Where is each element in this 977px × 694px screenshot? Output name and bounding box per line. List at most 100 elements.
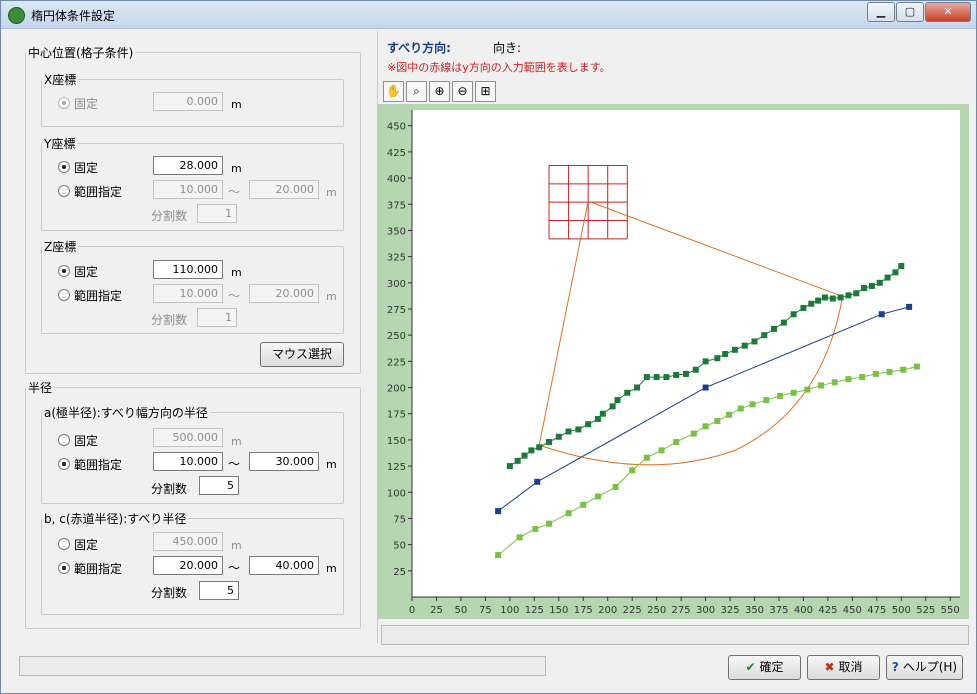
data-point xyxy=(536,444,543,451)
data-point xyxy=(580,501,587,508)
z-div-label: 分割数 xyxy=(151,313,188,327)
y-tick-label: 375 xyxy=(387,200,406,211)
zoom-out-icon[interactable]: ⊖ xyxy=(452,81,473,102)
y-range-radio[interactable] xyxy=(58,185,70,197)
y-tilde: ～ xyxy=(228,185,241,199)
a-div-label: 分割数 xyxy=(151,482,188,496)
y-div-input[interactable]: 1 xyxy=(197,204,237,223)
y-tick-label: 200 xyxy=(387,384,406,395)
zoom-in-icon[interactable]: ⊕ xyxy=(429,81,450,102)
bc-range-from-input[interactable]: 20.000 xyxy=(153,556,223,575)
a-fixed-radio[interactable] xyxy=(58,434,70,446)
y-tick-label: 425 xyxy=(387,148,406,159)
data-point xyxy=(629,467,636,474)
hand-icon[interactable]: ✋ xyxy=(383,81,404,102)
data-point xyxy=(906,303,913,310)
data-point xyxy=(829,295,836,302)
bc-tilde: ～ xyxy=(228,561,241,575)
bc-range-to-input[interactable]: 40.000 xyxy=(249,556,319,575)
data-point xyxy=(658,447,665,454)
data-point xyxy=(892,269,899,276)
y-range-label: 範囲指定 xyxy=(74,185,123,199)
bc-range-radio[interactable] xyxy=(58,562,70,574)
data-point xyxy=(763,397,770,404)
question-icon: ? xyxy=(891,660,899,674)
data-point xyxy=(731,346,738,353)
help-button[interactable]: ? ヘルプ(H) xyxy=(886,655,963,680)
x-fixed-input[interactable]: 0.000 xyxy=(153,92,223,111)
x-legend: X座標 xyxy=(44,73,77,87)
zoom-window-icon[interactable]: ⌕ xyxy=(406,81,427,102)
data-point xyxy=(749,401,756,408)
data-point xyxy=(521,452,528,459)
x-tick-label: 225 xyxy=(623,605,642,616)
data-point xyxy=(546,520,552,527)
y-fixed-radio[interactable] xyxy=(58,161,70,173)
a-fixed-input[interactable]: 500.000 xyxy=(153,428,223,447)
x-fixed-radio[interactable] xyxy=(58,97,70,109)
x-tick-label: 425 xyxy=(818,605,837,616)
x-tick-label: 200 xyxy=(598,605,617,616)
cancel-button[interactable]: ✖ 取消 xyxy=(807,655,880,680)
x-tick-label: 250 xyxy=(647,605,666,616)
radius-legend: 半径 xyxy=(28,381,53,395)
data-point xyxy=(818,382,825,389)
x-fixed-label: 固定 xyxy=(74,97,99,111)
fit-icon[interactable]: ⊞ xyxy=(475,81,496,102)
z-div-input[interactable]: 1 xyxy=(197,308,237,327)
plot-area xyxy=(412,110,960,597)
section-chart[interactable]: 2550751001251501752002252502753003253503… xyxy=(378,104,969,619)
data-point xyxy=(751,338,758,345)
z-range-radio[interactable] xyxy=(58,289,70,301)
z-range-from-input[interactable]: 10.000 xyxy=(153,284,223,303)
x-tick-label: 350 xyxy=(745,605,764,616)
data-point xyxy=(690,430,697,437)
y-tick-label: 100 xyxy=(387,488,406,499)
y-tick-label: 350 xyxy=(387,226,406,237)
bc-div-input[interactable]: 5 xyxy=(199,581,239,600)
z-unit: m xyxy=(231,266,242,279)
y-fixed-input[interactable]: 28.000 xyxy=(153,156,223,175)
a-fixed-label: 固定 xyxy=(74,434,99,448)
check-icon: ✔ xyxy=(745,660,756,674)
data-point xyxy=(702,423,709,430)
data-point xyxy=(506,463,513,470)
y-legend: Y座標 xyxy=(44,137,76,151)
z-range-to-input[interactable]: 20.000 xyxy=(249,284,319,303)
bc-fixed-radio[interactable] xyxy=(58,538,70,550)
y-range-to-input[interactable]: 20.000 xyxy=(249,180,319,199)
mouse-select-button[interactable]: マウス選択 xyxy=(260,342,344,367)
x-tick-label: 550 xyxy=(941,605,960,616)
y-div-label: 分割数 xyxy=(151,209,188,223)
bc-fixed-input[interactable]: 450.000 xyxy=(153,532,223,551)
minimize-button[interactable]: ▁ xyxy=(867,2,895,22)
x-tick-label: 50 xyxy=(455,605,468,616)
a-div-input[interactable]: 5 xyxy=(199,476,239,495)
z-fixed-input[interactable]: 110.000 xyxy=(153,260,223,279)
z-fixed-label: 固定 xyxy=(74,265,99,279)
ok-button[interactable]: ✔ 確定 xyxy=(728,655,801,680)
y-fixed-label: 固定 xyxy=(74,161,99,175)
x-tick-label: 475 xyxy=(867,605,886,616)
maximize-button[interactable]: ▢ xyxy=(896,2,924,22)
data-point xyxy=(565,510,572,517)
data-point xyxy=(594,415,601,422)
y-tick-label: 400 xyxy=(387,174,406,185)
a-range-unit: m xyxy=(326,458,337,471)
data-point xyxy=(495,552,502,559)
y-range-from-input[interactable]: 10.000 xyxy=(153,180,223,199)
data-point xyxy=(643,374,650,381)
data-point xyxy=(643,454,650,461)
x-tick-label: 100 xyxy=(500,605,519,616)
z-fixed-radio[interactable] xyxy=(58,265,70,277)
data-point xyxy=(532,525,539,532)
close-button[interactable]: ✕ xyxy=(925,2,971,22)
x-tick-label: 175 xyxy=(574,605,593,616)
x-tick-label: 150 xyxy=(549,605,568,616)
z-tilde: ～ xyxy=(228,289,241,303)
a-range-radio[interactable] xyxy=(58,458,70,470)
a-range-to-input[interactable]: 30.000 xyxy=(249,452,319,471)
a-range-from-input[interactable]: 10.000 xyxy=(153,452,223,471)
data-point xyxy=(900,366,907,373)
chart-scrollbar[interactable] xyxy=(381,625,969,645)
